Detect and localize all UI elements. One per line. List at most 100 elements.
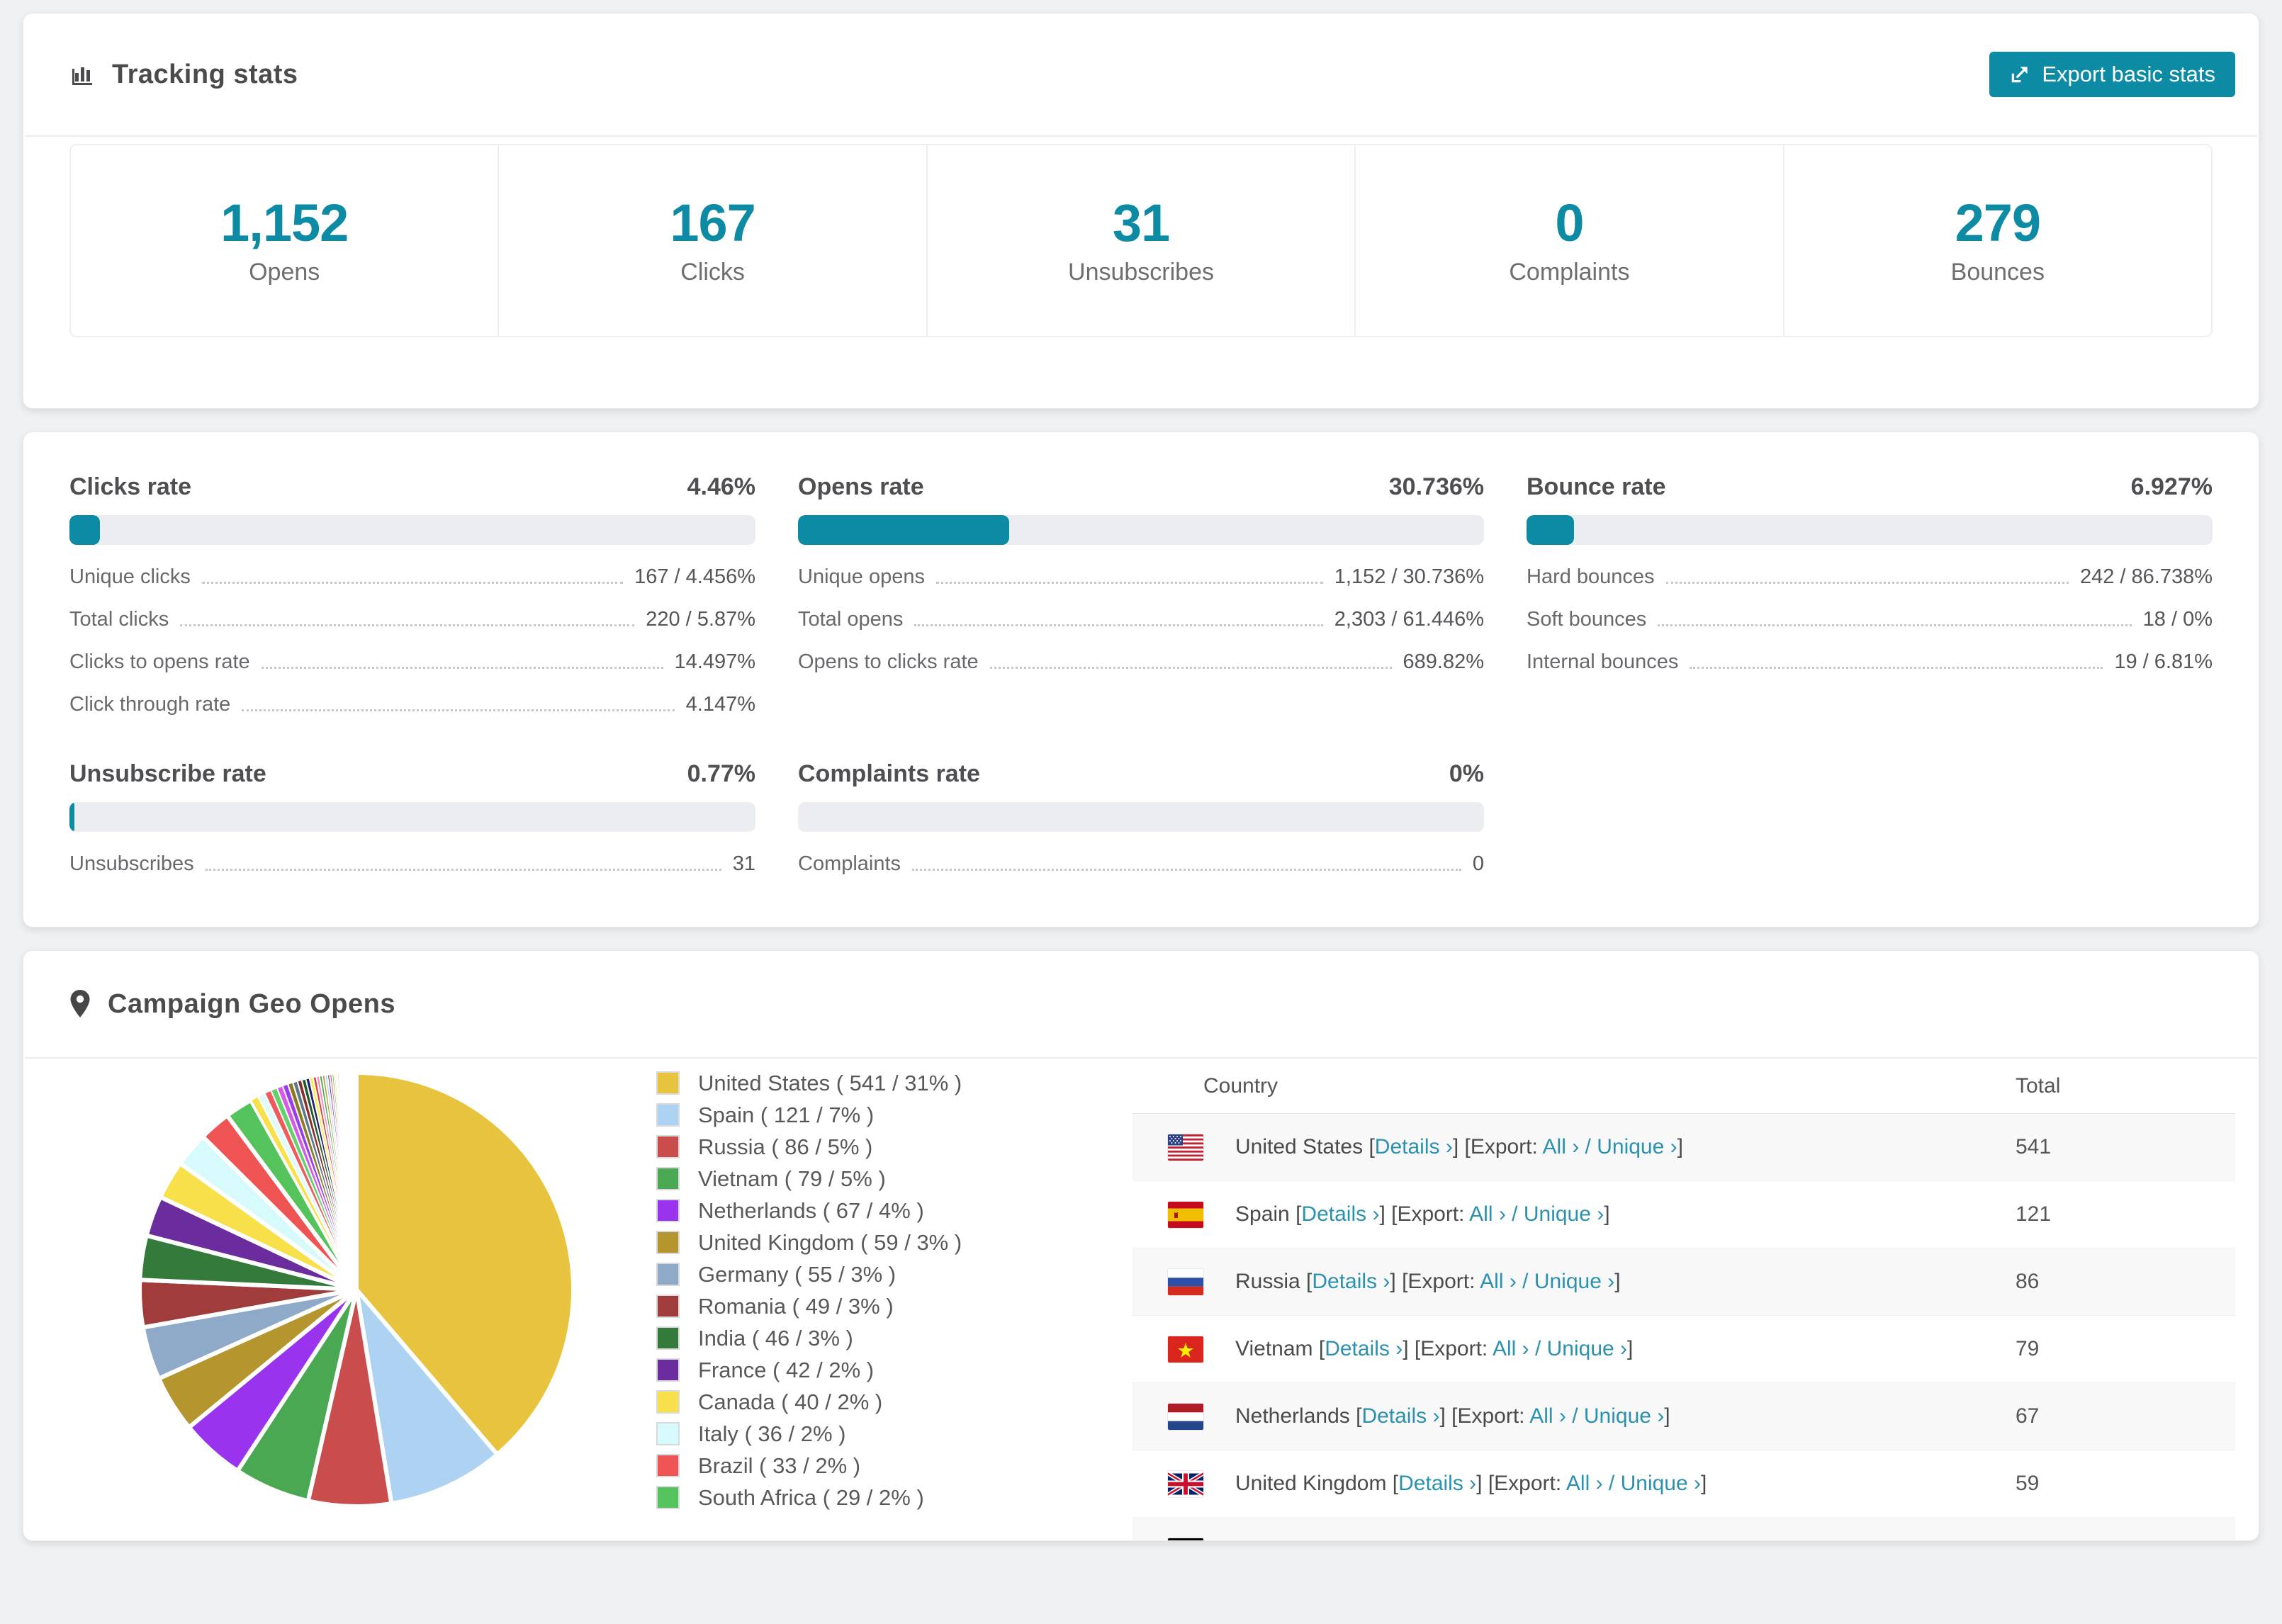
summary-label: Clicks: [680, 259, 745, 286]
legend-swatch: [656, 1103, 680, 1127]
details-link[interactable]: Details ›: [1312, 1270, 1390, 1293]
dotted-leader: [201, 582, 624, 584]
rate-stat-row: Total clicks 220 / 5.87%: [69, 606, 755, 631]
rate-block-opens-rate: Opens rate 30.736% Unique opens 1,152 / 30.…: [798, 473, 1484, 716]
details-link[interactable]: Details ›: [1325, 1337, 1403, 1360]
export-all-link[interactable]: All ›: [1493, 1337, 1529, 1360]
export-unique-link[interactable]: Unique ›: [1534, 1270, 1614, 1293]
bracket-text: ]: [1614, 1270, 1621, 1293]
rate-stat-row: Click through rate 4.147%: [69, 691, 755, 716]
legend-item-germany[interactable]: Germany ( 55 / 3% ): [656, 1258, 1132, 1290]
total-cell: 541: [2016, 1135, 2052, 1158]
legend-item-russia[interactable]: Russia ( 86 / 5% ): [656, 1131, 1132, 1163]
stat-label: Clicks to opens rate: [69, 650, 250, 673]
stat-label: Hard bounces: [1527, 565, 1655, 588]
bracket-text: ]: [1701, 1472, 1707, 1495]
stat-value: 2,303 / 61.446%: [1334, 608, 1484, 631]
rate-title: Clicks rate: [69, 473, 191, 500]
details-link[interactable]: Details ›: [1334, 1539, 1412, 1540]
tracking-stats-card: Tracking stats Export basic stats 1,152 O…: [23, 13, 2259, 409]
legend-item-italy[interactable]: Italy ( 36 / 2% ): [656, 1418, 1132, 1450]
legend-swatch: [656, 1326, 680, 1350]
legend-item-france[interactable]: France ( 42 / 2% ): [656, 1354, 1132, 1386]
legend-item-united-kingdom[interactable]: United Kingdom ( 59 / 3% ): [656, 1227, 1132, 1258]
bracket-text: ] [Export:: [1452, 1135, 1543, 1158]
export-unique-link[interactable]: Unique ›: [1524, 1202, 1604, 1226]
geo-title: Campaign Geo Opens: [108, 988, 395, 1019]
us-flag-icon: [1168, 1134, 1203, 1161]
rate-value: 4.46%: [687, 473, 755, 500]
progress-bar-track: [1527, 515, 2213, 545]
summary-stats-row: 1,152 Opens 167 Clicks 31 Unsubscribes 0 Compla…: [69, 144, 2213, 337]
table-row-de: Germany [Details ›] [Export: All › / Uni…: [1132, 1518, 2235, 1540]
export-all-link[interactable]: All ›: [1543, 1135, 1580, 1158]
summary-label: Complaints: [1509, 259, 1630, 286]
dotted-leader: [914, 624, 1323, 626]
dotted-leader: [1690, 667, 2103, 669]
rate-title: Bounce rate: [1527, 473, 1666, 500]
bracket-text: ] [Export:: [1379, 1202, 1470, 1226]
summary-value: 31: [1112, 193, 1170, 252]
rate-value: 30.736%: [1388, 473, 1484, 500]
nl-flag-icon: [1168, 1403, 1203, 1430]
stat-label: Click through rate: [69, 693, 231, 716]
progress-bar-fill: [69, 515, 101, 545]
country-links: Russia [Details ›] [Export: All › / Uniq…: [1235, 1270, 1621, 1294]
country-links: Spain [Details ›] [Export: All › / Uniqu…: [1235, 1202, 1610, 1227]
export-unique-link[interactable]: Unique ›: [1547, 1337, 1627, 1360]
legend-label: Germany ( 55 / 3% ): [698, 1261, 896, 1287]
country-cell: Russia [Details ›] [Export: All › / Uniq…: [1132, 1268, 2016, 1295]
rate-stat-row: Soft bounces 18 / 0%: [1527, 606, 2213, 631]
export-unique-link[interactable]: Unique ›: [1584, 1404, 1664, 1428]
bracket-text: ] [Export:: [1403, 1337, 1493, 1360]
rate-title: Unsubscribe rate: [69, 760, 266, 787]
country-name: Germany [: [1235, 1539, 1334, 1540]
summary-value: 1,152: [220, 193, 349, 252]
table-row-us: United States [Details ›] [Export: All ›…: [1132, 1114, 2235, 1181]
rate-stat-row: Unique clicks 167 / 4.456%: [69, 563, 755, 589]
bracket-text: ]: [1637, 1539, 1643, 1540]
legend-label: South Africa ( 29 / 2% ): [698, 1484, 924, 1510]
rate-title: Complaints rate: [798, 760, 980, 787]
export-all-link[interactable]: All ›: [1469, 1202, 1506, 1226]
legend-item-united-states[interactable]: United States ( 541 / 31% ): [656, 1067, 1132, 1099]
legend-item-spain[interactable]: Spain ( 121 / 7% ): [656, 1099, 1132, 1131]
export-basic-stats-button[interactable]: Export basic stats: [1989, 52, 2235, 97]
legend-item-india[interactable]: India ( 46 / 3% ): [656, 1322, 1132, 1354]
details-link[interactable]: Details ›: [1301, 1202, 1379, 1226]
details-link[interactable]: Details ›: [1361, 1404, 1439, 1428]
export-all-link[interactable]: All ›: [1529, 1404, 1566, 1428]
stat-value: 1,152 / 30.736%: [1334, 565, 1484, 588]
details-link[interactable]: Details ›: [1375, 1135, 1453, 1158]
export-unique-link[interactable]: Unique ›: [1597, 1135, 1677, 1158]
rate-stat-row: Internal bounces 19 / 6.81%: [1527, 648, 2213, 674]
details-link[interactable]: Details ›: [1398, 1472, 1476, 1495]
rate-value: 0.77%: [687, 760, 755, 787]
legend-item-south-africa[interactable]: South Africa ( 29 / 2% ): [656, 1482, 1132, 1513]
export-all-link[interactable]: All ›: [1502, 1539, 1539, 1540]
legend-item-vietnam[interactable]: Vietnam ( 79 / 5% ): [656, 1163, 1132, 1195]
summary-box-clicks: 167 Clicks: [499, 145, 928, 336]
slash-separator: /: [1602, 1472, 1621, 1495]
legend-item-netherlands[interactable]: Netherlands ( 67 / 4% ): [656, 1195, 1132, 1227]
column-header-country: Country: [1203, 1073, 1278, 1098]
dotted-leader: [989, 667, 1392, 669]
slash-separator: /: [1566, 1404, 1584, 1428]
export-unique-link[interactable]: Unique ›: [1621, 1472, 1701, 1495]
rate-header: Complaints rate 0%: [798, 760, 1484, 788]
dotted-leader: [261, 667, 663, 669]
stat-value: 4.147%: [685, 693, 755, 716]
legend-item-brazil[interactable]: Brazil ( 33 / 2% ): [656, 1450, 1132, 1482]
slash-separator: /: [1516, 1270, 1534, 1293]
legend-item-canada[interactable]: Canada ( 40 / 2% ): [656, 1386, 1132, 1418]
geo-body: United States ( 541 / 31% ) Spain ( 121 /…: [23, 1059, 2259, 1540]
export-unique-link[interactable]: Unique ›: [1557, 1539, 1637, 1540]
country-cell: Vietnam [Details ›] [Export: All › / Uni…: [1132, 1336, 2016, 1363]
progress-bar-track: [798, 802, 1484, 832]
export-all-link[interactable]: All ›: [1480, 1270, 1517, 1293]
export-all-link[interactable]: All ›: [1566, 1472, 1603, 1495]
country-name: United Kingdom [: [1235, 1472, 1399, 1495]
legend-label: Romania ( 49 / 3% ): [698, 1293, 894, 1319]
legend-item-romania[interactable]: Romania ( 49 / 3% ): [656, 1290, 1132, 1322]
country-cell: Germany [Details ›] [Export: All › / Uni…: [1132, 1538, 2016, 1540]
